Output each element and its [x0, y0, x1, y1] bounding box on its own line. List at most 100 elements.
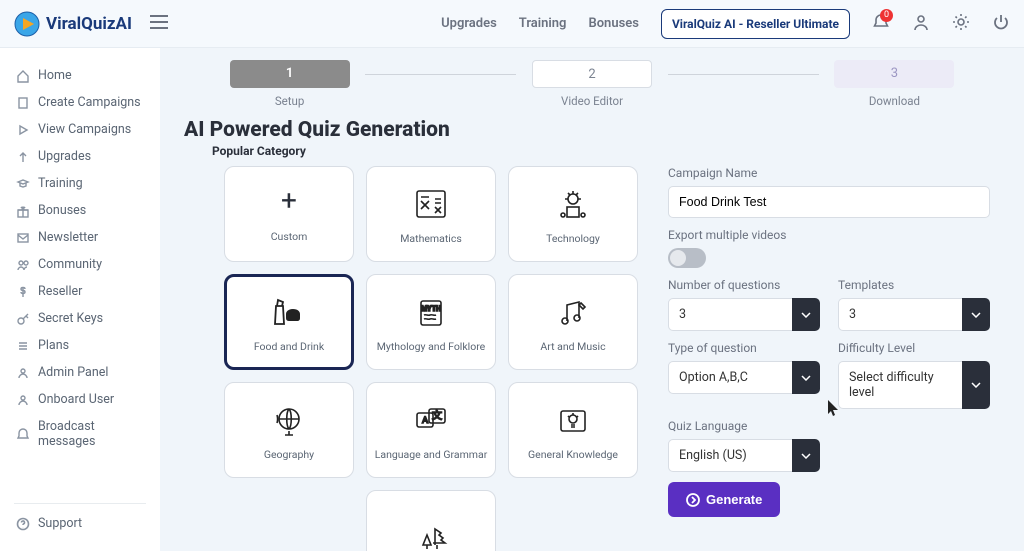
sidebar-item-label: Newsletter: [38, 230, 98, 245]
sidebar-item-create[interactable]: Create Campaigns: [0, 89, 160, 116]
tech-icon: [551, 183, 595, 227]
step-download[interactable]: 3 Download: [819, 60, 970, 108]
sidebar-item-onboard[interactable]: Onboard User: [0, 386, 160, 413]
plan-badge[interactable]: ViralQuiz AI - Reseller Ultimate: [661, 9, 850, 39]
sidebar-item-admin[interactable]: Admin Panel: [0, 359, 160, 386]
sidebar-nav: Home Create Campaigns View Campaigns Upg…: [0, 62, 160, 497]
svg-text:文: 文: [432, 409, 442, 422]
category-geography[interactable]: Geography: [224, 382, 354, 478]
step-label: Download: [819, 94, 970, 108]
category-mathematics[interactable]: Mathematics: [366, 166, 496, 262]
generate-button[interactable]: Generate: [668, 482, 780, 517]
sidebar-item-reseller[interactable]: Reseller: [0, 278, 160, 305]
step-number: 1: [230, 60, 350, 88]
arrow-right-icon: [686, 493, 700, 507]
logo[interactable]: ViralQuizAI: [14, 11, 132, 37]
page-title: AI Powered Quiz Generation: [184, 118, 1000, 142]
nature-icon: [409, 513, 453, 551]
menu-toggle-icon[interactable]: [150, 15, 168, 33]
type-question-label: Type of question: [668, 341, 820, 355]
category-label: Mathematics: [400, 233, 462, 246]
step-label: Setup: [214, 94, 365, 108]
sidebar-item-label: Home: [38, 68, 72, 83]
profile-icon[interactable]: [912, 13, 930, 35]
power-icon[interactable]: [992, 13, 1010, 35]
sidebar-item-newsletter[interactable]: Newsletter: [0, 224, 160, 251]
step-line: [668, 74, 819, 75]
grad-icon: [16, 177, 30, 191]
key-icon: [16, 312, 30, 326]
bulb-icon: [551, 399, 595, 443]
campaign-name-input[interactable]: [668, 186, 990, 218]
category-technology[interactable]: Technology: [508, 166, 638, 262]
category-food-drink[interactable]: Food and Drink: [224, 274, 354, 370]
sidebar: Home Create Campaigns View Campaigns Upg…: [0, 48, 160, 551]
num-questions-label: Number of questions: [668, 278, 820, 292]
help-icon: [16, 517, 30, 531]
sidebar-item-label: Reseller: [38, 284, 82, 299]
category-custom[interactable]: + Custom: [224, 166, 354, 262]
step-number: 2: [532, 60, 652, 88]
chevron-down-icon: [962, 361, 990, 409]
export-videos-label: Export multiple videos: [668, 228, 990, 242]
sidebar-item-broadcast[interactable]: Broadcast messages: [0, 413, 160, 455]
sidebar-support[interactable]: Support: [0, 510, 160, 537]
quiz-form: Campaign Name Export multiple videos Num…: [668, 166, 1000, 551]
quiz-language-label: Quiz Language: [668, 419, 820, 433]
category-language[interactable]: 文A Language and Grammar: [366, 382, 496, 478]
type-question-select[interactable]: Option A,B,C: [668, 361, 820, 394]
select-value: 3: [838, 298, 962, 331]
category-art-music[interactable]: Art and Music: [508, 274, 638, 370]
chevron-down-icon: [962, 298, 990, 331]
quiz-language-select[interactable]: English (US): [668, 439, 820, 472]
category-mythology[interactable]: MYTH Mythology and Folklore: [366, 274, 496, 370]
myth-icon: MYTH: [409, 291, 453, 335]
sidebar-item-view[interactable]: View Campaigns: [0, 116, 160, 143]
sidebar-item-plans[interactable]: Plans: [0, 332, 160, 359]
sidebar-item-label: Admin Panel: [38, 365, 108, 380]
category-label: Mythology and Folklore: [377, 341, 486, 354]
bell-icon[interactable]: 0: [872, 13, 890, 35]
step-video-editor[interactable]: 2 Video Editor: [516, 60, 667, 108]
step-line: [365, 74, 516, 75]
select-value: Select difficulty level: [838, 361, 962, 409]
export-videos-toggle[interactable]: [668, 248, 706, 268]
category-label: Technology: [546, 233, 600, 246]
category-label: General Knowledge: [528, 449, 618, 462]
list-icon: [16, 339, 30, 353]
sidebar-item-community[interactable]: Community: [0, 251, 160, 278]
sidebar-item-upgrades[interactable]: Upgrades: [0, 143, 160, 170]
sidebar-item-training[interactable]: Training: [0, 170, 160, 197]
food-icon: [267, 291, 311, 335]
top-nav: Upgrades Training Bonuses ViralQuiz AI -…: [441, 9, 1010, 39]
step-setup[interactable]: 1 Setup: [214, 60, 365, 108]
num-questions-select[interactable]: 3: [668, 298, 820, 331]
up-icon: [16, 150, 30, 164]
category-subtitle: Popular Category: [212, 144, 1000, 158]
step-number: 3: [834, 60, 954, 88]
geo-icon: [267, 399, 311, 443]
user-icon: [16, 366, 30, 380]
chevron-down-icon: [792, 361, 820, 394]
category-general[interactable]: General Knowledge: [508, 382, 638, 478]
category-nature[interactable]: [366, 490, 496, 551]
nav-upgrades[interactable]: Upgrades: [441, 16, 497, 31]
nav-bonuses[interactable]: Bonuses: [588, 16, 639, 31]
art-icon: [551, 291, 595, 335]
sidebar-item-bonuses[interactable]: Bonuses: [0, 197, 160, 224]
gear-icon[interactable]: [952, 13, 970, 35]
logo-icon: [14, 11, 40, 37]
sidebar-item-label: Community: [38, 257, 102, 272]
plus-icon: +: [281, 184, 297, 217]
sidebar-item-home[interactable]: Home: [0, 62, 160, 89]
mail-icon: [16, 231, 30, 245]
sidebar-item-keys[interactable]: Secret Keys: [0, 305, 160, 332]
templates-select[interactable]: 3: [838, 298, 990, 331]
nav-training[interactable]: Training: [519, 16, 567, 31]
topbar: ViralQuizAI Upgrades Training Bonuses Vi…: [0, 0, 1024, 48]
difficulty-select[interactable]: Select difficulty level: [838, 361, 990, 409]
difficulty-label: Difficulty Level: [838, 341, 990, 355]
svg-text:MYTH: MYTH: [421, 305, 441, 313]
generate-button-label: Generate: [706, 492, 762, 507]
sidebar-item-label: Onboard User: [38, 392, 114, 407]
